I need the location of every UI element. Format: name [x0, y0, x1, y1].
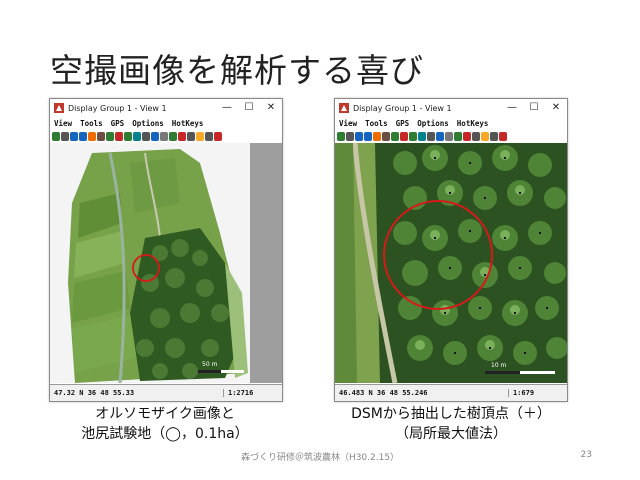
record-icon[interactable] — [463, 131, 471, 141]
close-button[interactable]: ✕ — [545, 99, 567, 117]
slide-footer: 森づくり研修＠筑波農林（H30.2.15） — [240, 453, 400, 463]
grid-icon[interactable] — [418, 131, 426, 141]
menu-tools[interactable]: Tools — [365, 119, 388, 128]
help-icon[interactable] — [499, 131, 507, 141]
zoom-out-icon[interactable] — [79, 131, 87, 141]
grid-icon[interactable] — [133, 131, 141, 141]
redraw-icon[interactable] — [88, 131, 96, 141]
menu-hotkeys[interactable]: HotKeys — [457, 119, 489, 128]
info-icon[interactable] — [151, 131, 159, 141]
print-icon[interactable] — [472, 131, 480, 141]
zoom-in-icon[interactable] — [355, 131, 363, 141]
menu-bar: View Tools GPS Options HotKeys — [50, 117, 282, 129]
app-icon — [339, 103, 349, 113]
menu-options[interactable]: Options — [417, 119, 449, 128]
pan-tool-icon[interactable] — [52, 131, 60, 141]
settings-icon[interactable] — [205, 131, 213, 141]
gps-icon[interactable] — [454, 131, 462, 141]
menu-tools[interactable]: Tools — [80, 119, 103, 128]
caption-line: （局所最大値法） — [395, 426, 507, 442]
slide-title: 空撮画像を解析する喜び — [50, 51, 424, 90]
viewer-window-ortho[interactable]: Display Group 1 - View 1 — ☐ ✕ View Tool… — [49, 98, 283, 402]
measure-icon[interactable] — [427, 131, 435, 141]
scale-bar-label: 50 m — [202, 361, 218, 368]
viewer-window-dsm[interactable]: Display Group 1 - View 1 — ☐ ✕ View Tool… — [334, 98, 568, 402]
record-icon[interactable] — [178, 131, 186, 141]
print-icon[interactable] — [187, 131, 195, 141]
ruler-icon[interactable] — [160, 131, 168, 141]
menu-hotkeys[interactable]: HotKeys — [172, 119, 204, 128]
dsm-canopy-image — [335, 143, 567, 383]
stop-icon[interactable] — [400, 131, 408, 141]
status-scale: 1:2716 — [223, 389, 282, 397]
settings-icon[interactable] — [490, 131, 498, 141]
zoom-out-icon[interactable] — [364, 131, 372, 141]
select-tool-icon[interactable] — [61, 131, 69, 141]
close-button[interactable]: ✕ — [260, 99, 282, 117]
scale-bar-label: 10 m — [491, 362, 507, 369]
caption-ortho: オルソモザイク画像と 池尻試験地（◯，0.1ha） — [50, 404, 280, 444]
window-titlebar[interactable]: Display Group 1 - View 1 — ☐ ✕ — [50, 99, 282, 117]
highlight-icon[interactable] — [481, 131, 489, 141]
menu-view[interactable]: View — [54, 119, 72, 128]
minimize-button[interactable]: — — [501, 99, 523, 117]
menu-bar: View Tools GPS Options HotKeys — [335, 117, 567, 129]
caption-line: 池尻試験地（◯，0.1ha） — [81, 426, 249, 442]
map-icon[interactable] — [409, 131, 417, 141]
window-titlebar[interactable]: Display Group 1 - View 1 — ☐ ✕ — [335, 99, 567, 117]
gps-icon[interactable] — [169, 131, 177, 141]
select-tool-icon[interactable] — [346, 131, 354, 141]
pan-tool-icon[interactable] — [337, 131, 345, 141]
redraw-icon[interactable] — [373, 131, 381, 141]
window-title: Display Group 1 - View 1 — [68, 103, 167, 113]
layer-icon[interactable] — [97, 131, 105, 141]
minimize-button[interactable]: — — [216, 99, 238, 117]
measure-icon[interactable] — [142, 131, 150, 141]
page-number: 23 — [580, 450, 592, 460]
menu-view[interactable]: View — [339, 119, 357, 128]
window-title: Display Group 1 - View 1 — [353, 103, 452, 113]
fit-icon[interactable] — [106, 131, 114, 141]
status-scale: 1:679 — [508, 389, 567, 397]
ortho-mosaic-view[interactable]: 50 m — [50, 143, 282, 383]
toolbar — [335, 129, 567, 144]
maximize-button[interactable]: ☐ — [238, 99, 260, 117]
fit-icon[interactable] — [391, 131, 399, 141]
status-coordinate: 46.483 N 36 48 55.246 — [339, 389, 428, 397]
map-icon[interactable] — [124, 131, 132, 141]
zoom-in-icon[interactable] — [70, 131, 78, 141]
ruler-icon[interactable] — [445, 131, 453, 141]
dsm-treetop-view[interactable]: 10 m — [335, 143, 567, 383]
highlight-icon[interactable] — [196, 131, 204, 141]
menu-gps[interactable]: GPS — [396, 119, 410, 128]
menu-gps[interactable]: GPS — [111, 119, 125, 128]
status-coordinate: 47.32 N 36 48 55.33 — [54, 389, 135, 397]
ortho-mosaic-image — [50, 143, 282, 383]
caption-dsm: DSMから抽出した樹頂点（＋） （局所最大値法） — [320, 404, 582, 444]
layer-icon[interactable] — [382, 131, 390, 141]
toolbar — [50, 129, 282, 144]
help-icon[interactable] — [214, 131, 222, 141]
caption-line: オルソモザイク画像と — [95, 406, 235, 422]
info-icon[interactable] — [436, 131, 444, 141]
status-bar: 46.483 N 36 48 55.246 1:679 — [335, 384, 567, 401]
maximize-button[interactable]: ☐ — [523, 99, 545, 117]
app-icon — [54, 103, 64, 113]
status-bar: 47.32 N 36 48 55.33 1:2716 — [50, 384, 282, 401]
menu-options[interactable]: Options — [132, 119, 164, 128]
stop-icon[interactable] — [115, 131, 123, 141]
caption-line: DSMから抽出した樹頂点（＋） — [351, 406, 551, 422]
